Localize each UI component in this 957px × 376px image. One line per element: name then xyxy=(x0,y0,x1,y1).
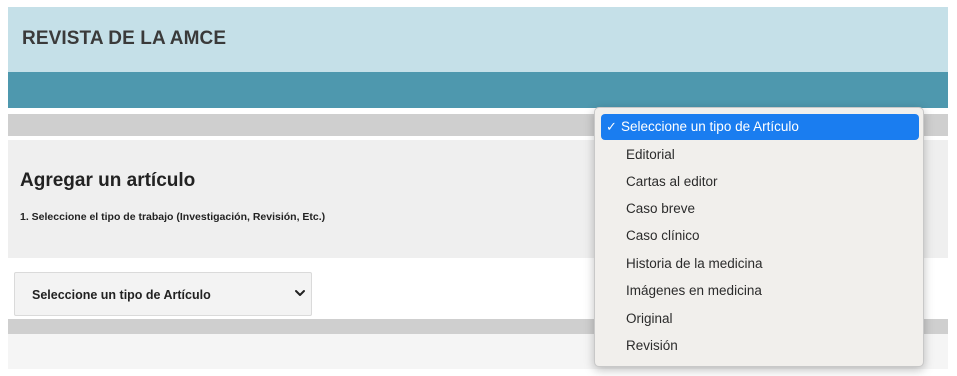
chevron-down-icon xyxy=(295,290,305,296)
site-header: REVISTA DE LA AMCE xyxy=(8,7,948,72)
option-seleccione-tipo[interactable]: ✓ Seleccione un tipo de Artículo xyxy=(601,114,919,140)
nav-bar xyxy=(8,72,948,108)
article-type-select[interactable]: Seleccione un tipo de Artículo xyxy=(14,272,312,316)
article-type-dropdown-menu: ✓ Seleccione un tipo de Artículo Editori… xyxy=(594,107,924,367)
option-editorial[interactable]: Editorial xyxy=(601,142,919,168)
option-historia-de-la-medicina[interactable]: Historia de la medicina xyxy=(601,251,919,277)
option-caso-breve[interactable]: Caso breve xyxy=(601,196,919,222)
option-revision[interactable]: Revisión xyxy=(601,333,919,359)
article-type-selected-value: Seleccione un tipo de Artículo xyxy=(32,288,211,302)
option-original[interactable]: Original xyxy=(601,306,919,332)
option-cartas-al-editor[interactable]: Cartas al editor xyxy=(601,169,919,195)
option-imagenes-en-medicina[interactable]: Imágenes en medicina xyxy=(601,278,919,304)
page-title: Agregar un artículo xyxy=(20,170,196,191)
site-title: REVISTA DE LA AMCE xyxy=(22,28,227,49)
checkmark-icon: ✓ xyxy=(606,119,617,134)
step-label: 1. Seleccione el tipo de trabajo (Invest… xyxy=(20,211,326,223)
option-caso-clinico[interactable]: Caso clínico xyxy=(601,223,919,249)
